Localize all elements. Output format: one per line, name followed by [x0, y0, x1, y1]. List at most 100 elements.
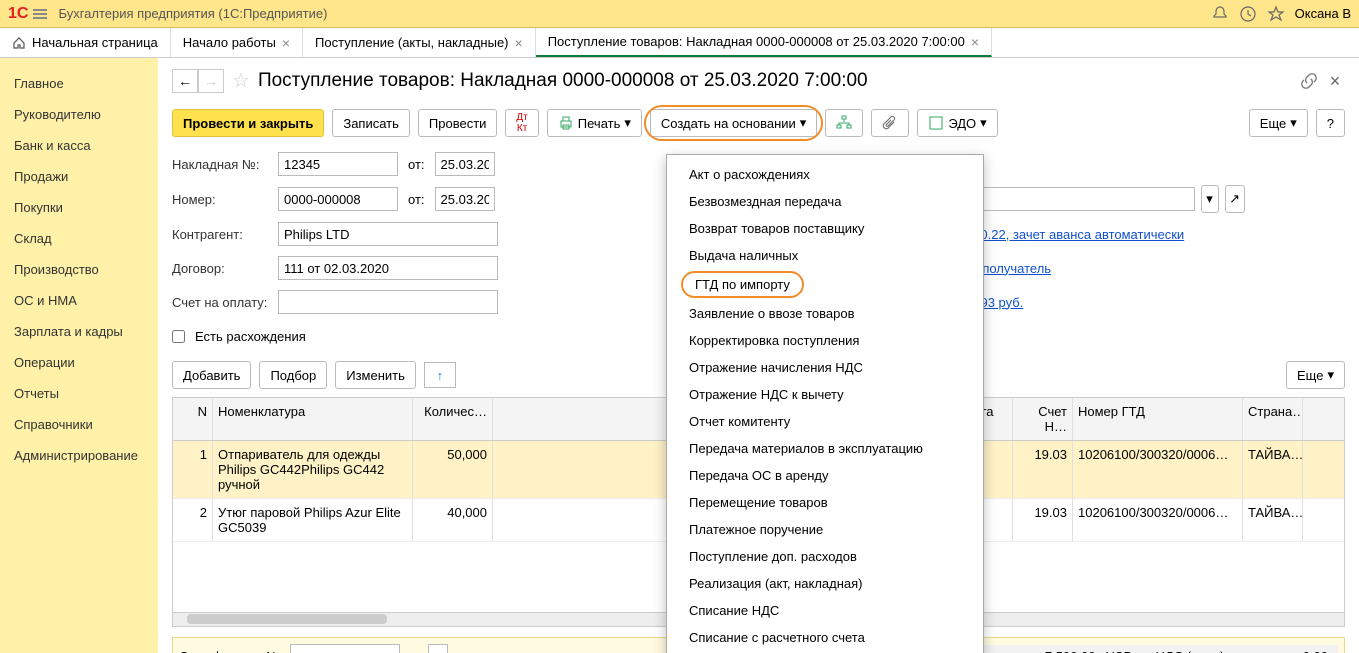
sidebar-item-admin[interactable]: Администрирование — [0, 440, 158, 471]
dropdown-item[interactable]: ГТД по импорту — [681, 271, 804, 298]
col-qty[interactable]: Количес… — [413, 398, 493, 440]
invoice-date-input[interactable] — [435, 152, 495, 176]
post-and-close-button[interactable]: Провести и закрыть — [172, 109, 324, 137]
dropdown-item[interactable]: Отражение начисления НДС — [667, 354, 983, 381]
link-icon[interactable] — [1299, 71, 1319, 91]
col-name[interactable]: Номенклатура — [213, 398, 413, 440]
cell-gtd: 10206100/300320/0006… — [1073, 499, 1243, 541]
create-on-label: Создать на основании — [661, 116, 796, 131]
invoice-no-label: Накладная №: — [172, 157, 272, 172]
dtkt-button[interactable]: ДтКт — [505, 109, 538, 137]
star-icon[interactable] — [1267, 5, 1285, 23]
paperclip-icon — [882, 115, 898, 131]
dropdown-item[interactable]: Платежное поручение — [667, 516, 983, 543]
dropdown-item[interactable]: Отражение НДС к вычету — [667, 381, 983, 408]
more-button[interactable]: Еще ▾ — [1249, 109, 1308, 137]
number-date-input[interactable] — [435, 187, 495, 211]
sidebar-item-warehouse[interactable]: Склад — [0, 223, 158, 254]
print-button[interactable]: Печать ▾ — [547, 109, 642, 137]
sidebar-item-catalogs[interactable]: Справочники — [0, 409, 158, 440]
contractor-input[interactable] — [278, 222, 498, 246]
dropdown-item[interactable]: Передача ОС в аренду — [667, 462, 983, 489]
col-country[interactable]: Страна… — [1243, 398, 1303, 440]
sidebar-item-production[interactable]: Производство — [0, 254, 158, 285]
close-icon[interactable]: × — [282, 35, 290, 51]
sidebar: Главное Руководителю Банк и касса Продаж… — [0, 58, 158, 653]
cell-gtd: 10206100/300320/0006… — [1073, 441, 1243, 498]
sidebar-item-purchases[interactable]: Покупки — [0, 192, 158, 223]
add-row-button[interactable]: Добавить — [172, 361, 251, 389]
number-input[interactable] — [278, 187, 398, 211]
more-label: Еще — [1260, 116, 1286, 131]
col-vat-account[interactable]: Счет Н… — [1013, 398, 1073, 440]
tab-label: Начало работы — [183, 35, 276, 50]
tab-receipts-list[interactable]: Поступление (акты, накладные)× — [303, 28, 536, 57]
sf-date-input[interactable] — [428, 644, 448, 653]
dropdown-item[interactable]: Перемещение товаров — [667, 489, 983, 516]
invoice-no-input[interactable] — [278, 152, 398, 176]
history-icon[interactable] — [1239, 5, 1257, 23]
dropdown-item[interactable]: Списание с расчетного счета — [667, 624, 983, 651]
tab-home[interactable]: Начальная страница — [0, 28, 171, 57]
content: ← → ☆ Поступление товаров: Накладная 000… — [158, 58, 1359, 653]
pick-button[interactable]: Подбор — [259, 361, 327, 389]
write-button[interactable]: Записать — [332, 109, 410, 137]
dropdown-item[interactable]: Реализация (акт, накладная) — [667, 570, 983, 597]
create-on-basis-button[interactable]: Создать на основании ▾ — [650, 109, 817, 137]
dropdown-item[interactable]: Безвозмездная передача — [667, 188, 983, 215]
close-icon[interactable]: × — [515, 35, 523, 51]
dropdown-item[interactable]: Акт о расхождениях — [667, 161, 983, 188]
more-label: Еще — [1297, 368, 1323, 383]
close-panel-icon[interactable]: × — [1325, 71, 1345, 91]
sf-label: Счет-фактура №: — [179, 649, 284, 653]
table-more-button[interactable]: Еще ▾ — [1286, 361, 1345, 389]
invoice-for-input[interactable] — [278, 290, 498, 314]
dropdown-item[interactable]: Поступление доп. расходов — [667, 543, 983, 570]
vat-value: 0,00 — [1238, 649, 1328, 653]
close-icon[interactable]: × — [971, 34, 979, 50]
dropdown-item[interactable]: Корректировка поступления — [667, 327, 983, 354]
tab-current-doc[interactable]: Поступление товаров: Накладная 0000-0000… — [536, 28, 992, 57]
post-button[interactable]: Провести — [418, 109, 498, 137]
edit-row-button[interactable]: Изменить — [335, 361, 416, 389]
attach-button[interactable] — [871, 109, 909, 137]
col-gtd[interactable]: Номер ГТД — [1073, 398, 1243, 440]
sidebar-item-payroll[interactable]: Зарплата и кадры — [0, 316, 158, 347]
sidebar-item-operations[interactable]: Операции — [0, 347, 158, 378]
user-name[interactable]: Оксана В — [1295, 6, 1351, 21]
help-button[interactable]: ? — [1316, 109, 1345, 137]
structure-button[interactable] — [825, 109, 863, 137]
printer-icon — [558, 115, 574, 131]
doc-title: Поступление товаров: Накладная 0000-0000… — [258, 70, 1293, 92]
dropdown-item[interactable]: Передача материалов в эксплуатацию — [667, 435, 983, 462]
app-logo-icon: 1C — [8, 5, 28, 23]
edo-icon — [928, 115, 944, 131]
bell-icon[interactable] — [1211, 5, 1229, 23]
sidebar-item-main[interactable]: Главное — [0, 68, 158, 99]
col-n[interactable]: N — [173, 398, 213, 440]
forward-button[interactable]: → — [198, 69, 224, 93]
edo-button[interactable]: ЭДО ▾ — [917, 109, 997, 137]
cell-n: 1 — [173, 441, 213, 498]
sidebar-item-manager[interactable]: Руководителю — [0, 99, 158, 130]
sf-number-input[interactable] — [290, 644, 400, 653]
favorite-star-icon[interactable]: ☆ — [232, 68, 250, 93]
sidebar-item-sales[interactable]: Продажи — [0, 161, 158, 192]
dropdown-item[interactable]: Выдача наличных — [667, 242, 983, 269]
discrepancies-checkbox[interactable] — [172, 330, 185, 343]
back-button[interactable]: ← — [172, 69, 198, 93]
sidebar-item-reports[interactable]: Отчеты — [0, 378, 158, 409]
dropdown-item[interactable]: Заявление о ввозе товаров — [667, 300, 983, 327]
dropdown-item[interactable]: Списание НДС — [667, 597, 983, 624]
sidebar-item-bank[interactable]: Банк и касса — [0, 130, 158, 161]
sidebar-item-assets[interactable]: ОС и НМА — [0, 285, 158, 316]
org-select-button[interactable]: ▾ — [1201, 185, 1219, 213]
dropdown-item[interactable]: Возврат товаров поставщику — [667, 215, 983, 242]
tab-start-work[interactable]: Начало работы × — [171, 28, 303, 57]
menu-icon[interactable] — [32, 6, 48, 22]
contract-input[interactable] — [278, 256, 498, 280]
cell-qty: 50,000 — [413, 441, 493, 498]
org-open-button[interactable]: ↗ — [1225, 185, 1245, 213]
dropdown-item[interactable]: Отчет комитенту — [667, 408, 983, 435]
move-up-button[interactable]: ↑ — [424, 362, 456, 388]
